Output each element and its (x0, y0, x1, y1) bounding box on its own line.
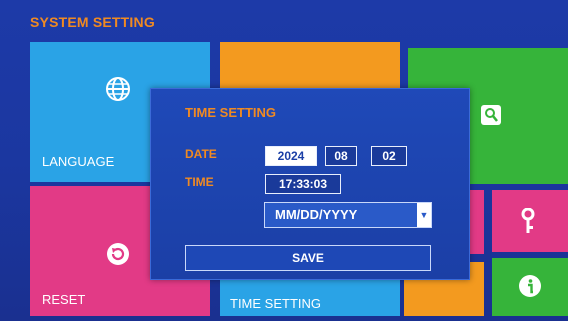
key-tile[interactable] (492, 190, 568, 252)
year-field[interactable]: 2024 (265, 146, 317, 166)
info-tile[interactable] (492, 258, 568, 316)
orange-tile-top[interactable] (220, 42, 400, 88)
date-format-select[interactable]: MM/DD/YYYY ▼ (264, 202, 432, 228)
time-setting-dialog: TIME SETTING DATE 2024 08 02 TIME 17:33:… (150, 88, 470, 280)
screen-title: SYSTEM SETTING (30, 14, 155, 30)
reset-tile-label: RESET (42, 292, 86, 307)
dialog-title: TIME SETTING (185, 105, 276, 120)
date-format-value: MM/DD/YYYY (275, 207, 358, 222)
globe-icon (105, 76, 131, 107)
language-tile-label: LANGUAGE (42, 154, 115, 169)
reset-icon (106, 242, 130, 271)
key-icon (520, 207, 536, 239)
system-setting-screen: SYSTEM SETTING LANGUAGE RESET TIME SETTI… (0, 0, 568, 321)
day-field[interactable]: 02 (371, 146, 407, 166)
time-field[interactable]: 17:33:03 (265, 174, 341, 194)
month-field[interactable]: 08 (325, 146, 357, 166)
time-setting-tile-label: TIME SETTING (230, 296, 321, 311)
save-button[interactable]: SAVE (185, 245, 431, 271)
storage-search-icon (480, 104, 502, 131)
chevron-down-icon[interactable]: ▼ (417, 203, 431, 227)
time-label: TIME (185, 175, 214, 189)
date-label: DATE (185, 147, 217, 161)
info-icon (518, 274, 542, 303)
